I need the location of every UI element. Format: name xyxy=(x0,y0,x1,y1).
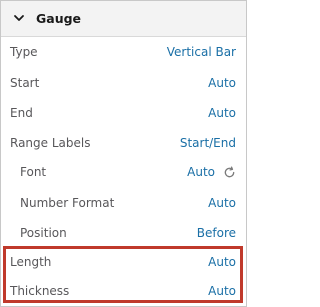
property-row-end: End Auto xyxy=(1,102,246,126)
range-labels-label: Range Labels xyxy=(10,136,91,150)
property-row-start: Start Auto xyxy=(1,72,246,96)
number-format-label: Number Format xyxy=(20,196,115,210)
refresh-icon[interactable] xyxy=(223,166,236,179)
font-label: Font xyxy=(20,165,47,179)
start-label: Start xyxy=(10,76,40,90)
range-labels-value-link[interactable]: Start/End xyxy=(180,136,236,150)
gauge-section-header[interactable]: Gauge xyxy=(1,1,246,37)
end-value-link[interactable]: Auto xyxy=(208,106,236,120)
position-label: Position xyxy=(20,226,67,240)
end-label: End xyxy=(10,106,33,120)
length-value-link[interactable]: Auto xyxy=(208,255,236,269)
property-row-thickness: Thickness Auto xyxy=(1,280,246,304)
property-row-font: Font Auto xyxy=(1,161,246,185)
property-row-length: Length Auto xyxy=(1,251,246,275)
property-row-range-labels: Range Labels Start/End xyxy=(1,132,246,156)
font-value-link[interactable]: Auto xyxy=(187,165,215,179)
length-label: Length xyxy=(10,255,52,269)
property-row-type: Type Vertical Bar xyxy=(1,41,246,65)
section-title: Gauge xyxy=(36,11,82,26)
property-row-number-format: Number Format Auto xyxy=(1,192,246,216)
type-label: Type xyxy=(10,45,38,59)
number-format-value-link[interactable]: Auto xyxy=(208,196,236,210)
thickness-value-link[interactable]: Auto xyxy=(208,284,236,298)
thickness-label: Thickness xyxy=(10,284,70,298)
property-row-position: Position Before xyxy=(1,222,246,246)
chevron-down-icon[interactable] xyxy=(13,12,25,24)
position-value-link[interactable]: Before xyxy=(197,226,236,240)
start-value-link[interactable]: Auto xyxy=(208,76,236,90)
type-value-link[interactable]: Vertical Bar xyxy=(167,45,236,59)
